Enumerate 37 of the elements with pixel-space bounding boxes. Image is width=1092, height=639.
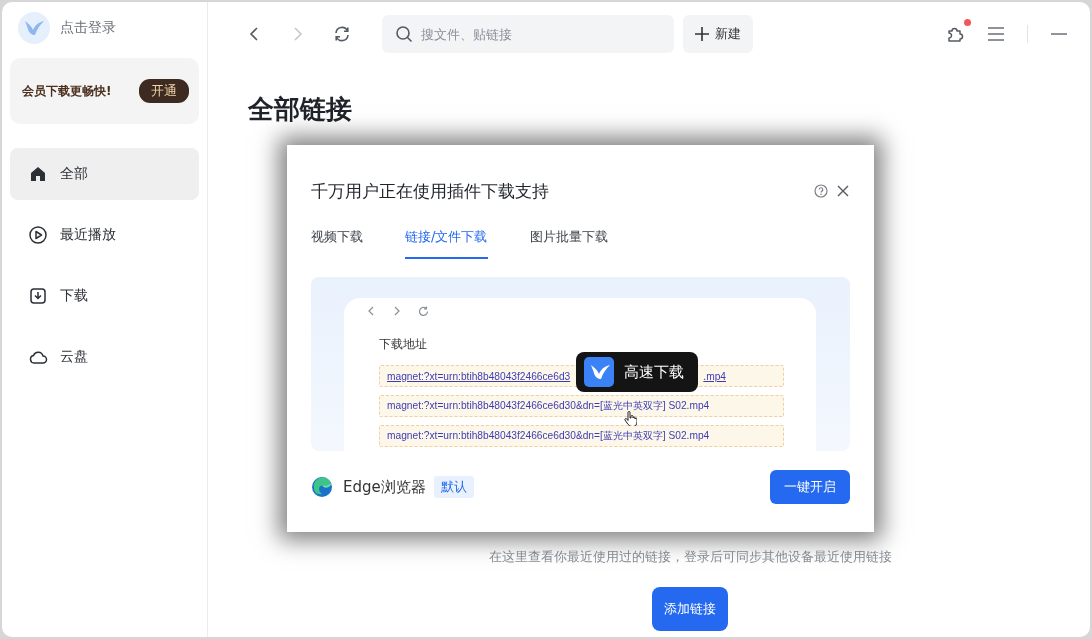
bird-logo-icon — [584, 357, 614, 387]
download-icon — [28, 286, 48, 306]
dialog-tab[interactable]: 链接/文件下载 — [405, 225, 488, 259]
sidebar-item[interactable]: 下载 — [10, 270, 199, 322]
play-circle-icon — [28, 225, 48, 245]
login-link[interactable]: 点击登录 — [60, 19, 116, 37]
home-icon — [28, 164, 48, 184]
sidebar-item[interactable]: 全部 — [10, 148, 199, 200]
enable-button[interactable]: 一键开启 — [770, 470, 850, 504]
search-icon — [395, 25, 413, 43]
promo-text: 会员下载更畅快! — [22, 82, 112, 100]
sidebar-item[interactable]: 最近播放 — [10, 209, 199, 261]
edge-icon — [311, 476, 333, 498]
hand-cursor-icon — [624, 411, 637, 426]
help-icon[interactable] — [814, 184, 828, 198]
dialog-tab[interactable]: 视频下载 — [311, 225, 363, 259]
search-field[interactable]: 搜文件、贴链接 — [382, 15, 674, 53]
close-icon[interactable] — [836, 184, 850, 198]
browser-name: Edge浏览器 — [343, 477, 426, 497]
address-label: 下载地址 — [379, 336, 428, 353]
menu-icon[interactable] — [987, 26, 1005, 42]
plus-icon — [695, 27, 709, 41]
dialog-title: 千万用户正在使用插件下载支持 — [311, 179, 549, 203]
sidebar-item[interactable]: 云盘 — [10, 331, 199, 383]
back-icon — [366, 306, 376, 316]
default-badge: 默认 — [433, 476, 474, 498]
download-tooltip[interactable]: 高速下载 — [576, 352, 698, 392]
bird-logo-icon — [18, 12, 50, 44]
open-membership-button[interactable]: 开通 — [139, 79, 189, 103]
empty-description: 在这里查看你最近使用过的链接，登录后可同步其他设备最近使用链接 — [488, 549, 892, 566]
add-link-button[interactable]: 添加链接 — [652, 587, 728, 631]
forward-icon — [392, 306, 402, 316]
dialog-tab[interactable]: 图片批量下载 — [529, 225, 608, 259]
page-title: 全部链接 — [248, 93, 353, 126]
new-button[interactable]: 新建 — [683, 15, 753, 53]
refresh-icon — [418, 306, 429, 317]
refresh-icon[interactable] — [332, 24, 352, 44]
